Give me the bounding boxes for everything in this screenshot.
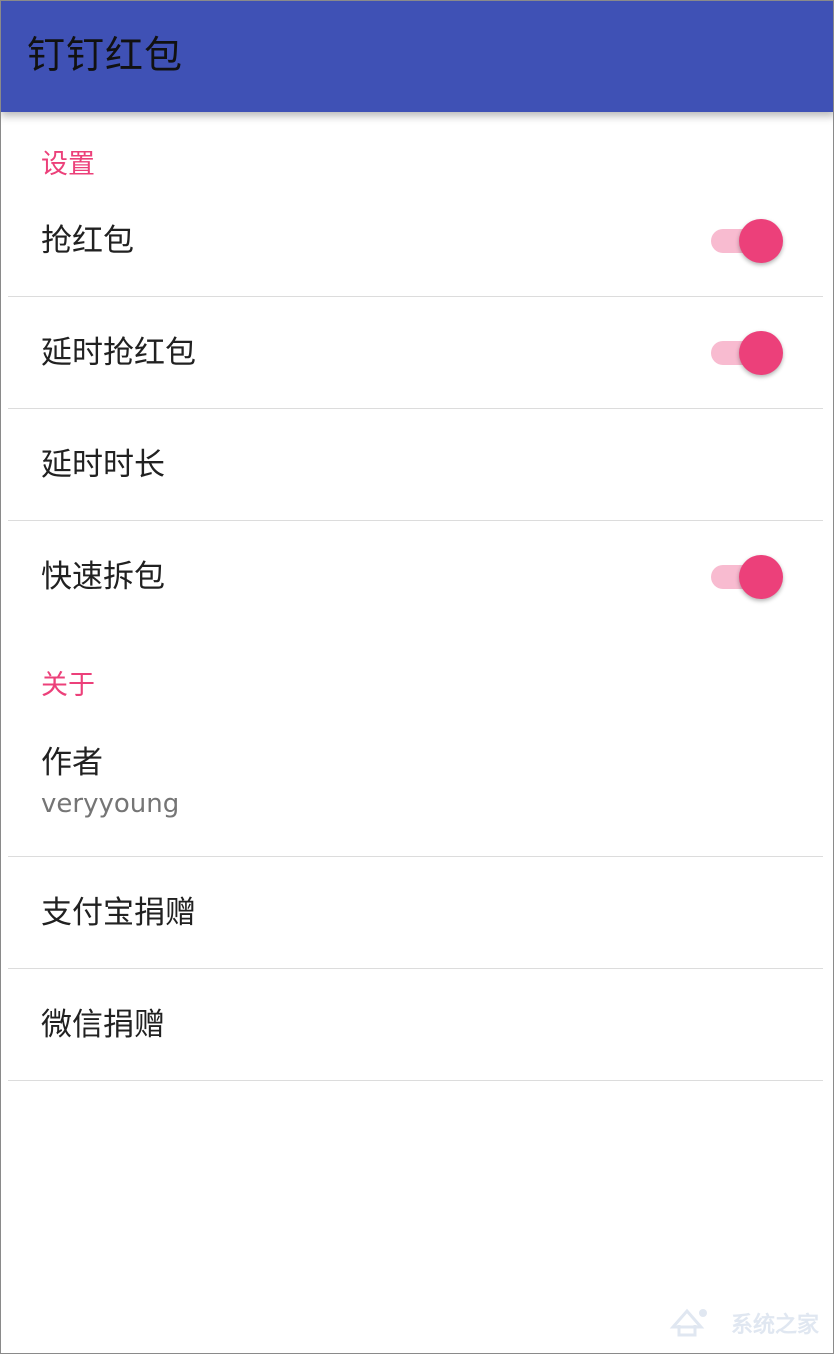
app-title: 钉钉红包 [27, 33, 184, 77]
pref-alipay-donate[interactable]: 支付宝捐赠 [1, 857, 833, 969]
delayed-grab-switch[interactable] [709, 331, 783, 375]
pref-summary: veryyoung [41, 789, 180, 819]
pref-title: 作者 [41, 745, 103, 781]
watermark-text: 系统之家 [730, 1313, 819, 1338]
pref-delay-duration[interactable]: 延时时长 [1, 409, 833, 521]
pref-title: 抢红包 [41, 223, 134, 259]
grab-red-packet-switch[interactable] [709, 219, 783, 263]
pref-author[interactable]: 作者 veryyoung [1, 723, 833, 856]
pref-grab-red-packet[interactable]: 抢红包 [1, 185, 833, 297]
switch-thumb [739, 219, 783, 263]
divider [8, 1080, 823, 1081]
category-settings: 设置 [41, 149, 95, 180]
system-home-logo-icon [669, 1308, 707, 1337]
pref-title: 延时时长 [41, 447, 165, 483]
pref-title: 延时抢红包 [41, 335, 196, 371]
watermark: 系统之家 [669, 1301, 819, 1341]
category-about: 关于 [41, 670, 95, 701]
switch-thumb [739, 331, 783, 375]
app-screen: 钉钉红包 设置 抢红包 延时抢红包 延时时长 快速拆包 关于 作者 veryyo… [0, 0, 834, 1354]
quick-open-switch[interactable] [709, 555, 783, 599]
pref-wechat-donate[interactable]: 微信捐赠 [1, 969, 833, 1081]
pref-title: 支付宝捐赠 [41, 895, 196, 931]
pref-delayed-grab[interactable]: 延时抢红包 [1, 297, 833, 409]
pref-title: 微信捐赠 [41, 1007, 165, 1043]
app-bar: 钉钉红包 [1, 1, 833, 112]
switch-thumb [739, 555, 783, 599]
pref-title: 快速拆包 [41, 559, 165, 595]
pref-quick-open[interactable]: 快速拆包 [1, 521, 833, 633]
